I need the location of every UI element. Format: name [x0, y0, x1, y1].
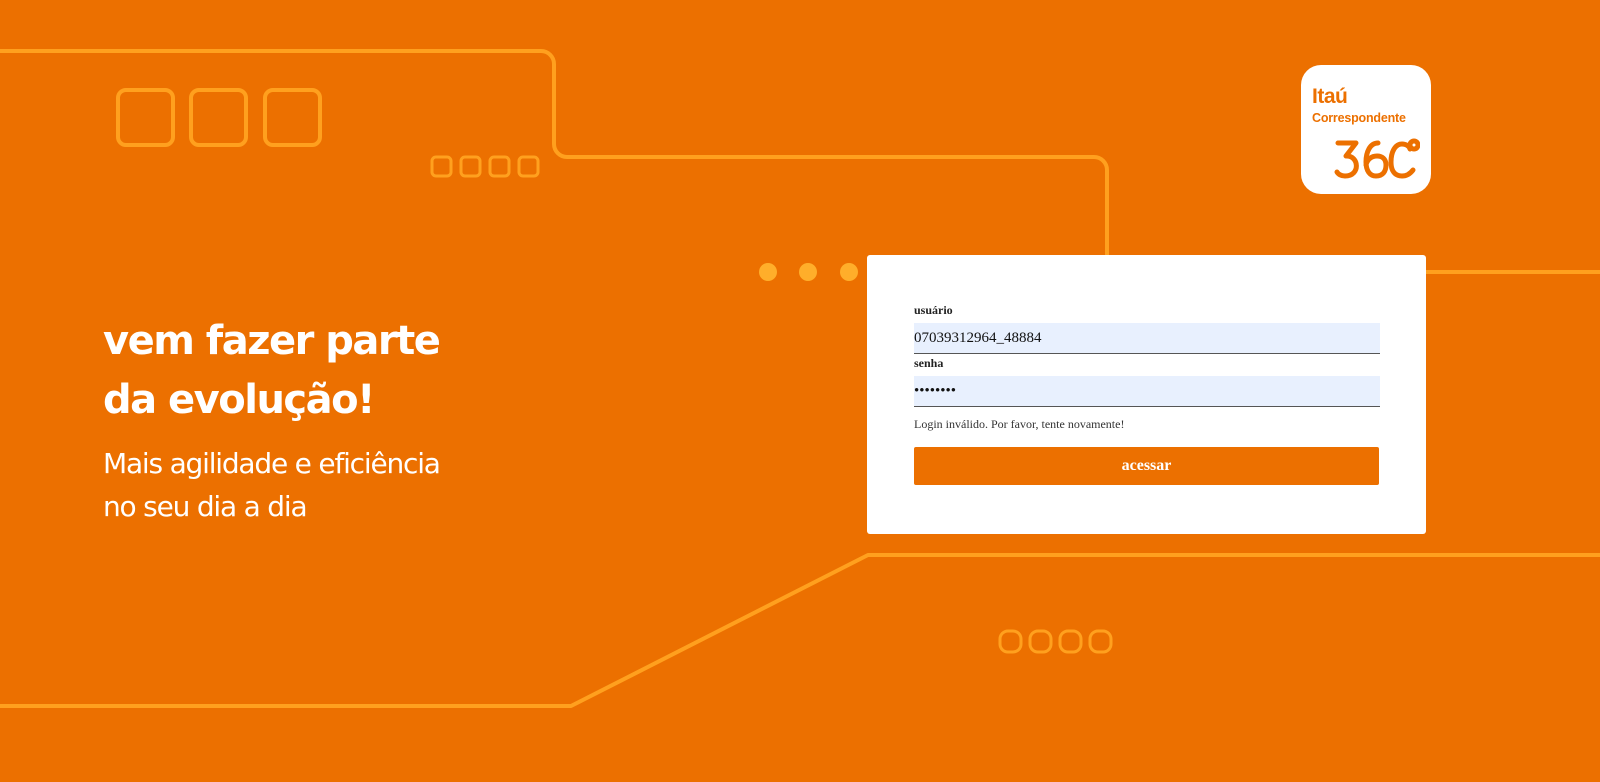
decorative-dot	[840, 263, 858, 281]
circuit-line-top	[0, 49, 1109, 258]
password-input[interactable]	[914, 376, 1380, 407]
login-error-message: Login inválido. Por favor, tente novamen…	[914, 417, 1125, 431]
logo-360-mark	[1334, 138, 1420, 179]
large-squares-group	[116, 88, 322, 147]
decorative-square	[116, 88, 175, 147]
decorative-square	[189, 88, 248, 147]
small-squares-group	[430, 155, 540, 178]
decorative-dot	[759, 263, 777, 281]
logo-brand-text: Itaú	[1312, 85, 1348, 108]
decorative-dot	[799, 263, 817, 281]
hero-subtitle: Mais agilidade e eficiência no seu dia a …	[103, 442, 523, 528]
circuit-line-bottom	[0, 553, 1600, 708]
username-input[interactable]	[914, 323, 1380, 354]
decorative-square	[998, 629, 1023, 654]
rounded-squares-bottom-group	[998, 629, 1113, 654]
decorative-square	[1058, 629, 1083, 654]
hero-headline-line2: da evolução!	[103, 377, 375, 423]
hero-subtitle-line2: no seu dia a dia	[103, 490, 308, 523]
hero-headline: vem fazer parte da evolução!	[103, 312, 533, 430]
decorative-square	[459, 155, 482, 178]
login-submit-button[interactable]: acessar	[914, 447, 1379, 485]
password-label: senha	[914, 356, 944, 370]
decorative-square	[517, 155, 540, 178]
login-card: usuário senha Login inválido. Por favor,…	[867, 255, 1426, 534]
dots-group	[759, 263, 858, 281]
hero-headline-line1: vem fazer parte	[103, 318, 441, 364]
logo-product-text: Correspondente	[1312, 111, 1406, 125]
decorative-square	[430, 155, 453, 178]
username-label: usuário	[914, 303, 953, 317]
hero-subtitle-line1: Mais agilidade e eficiência	[103, 447, 441, 480]
decorative-square	[1028, 629, 1053, 654]
brand-logo: Itaú Correspondente	[1301, 65, 1431, 194]
decorative-square	[263, 88, 322, 147]
decorative-square	[488, 155, 511, 178]
decorative-square	[1088, 629, 1113, 654]
